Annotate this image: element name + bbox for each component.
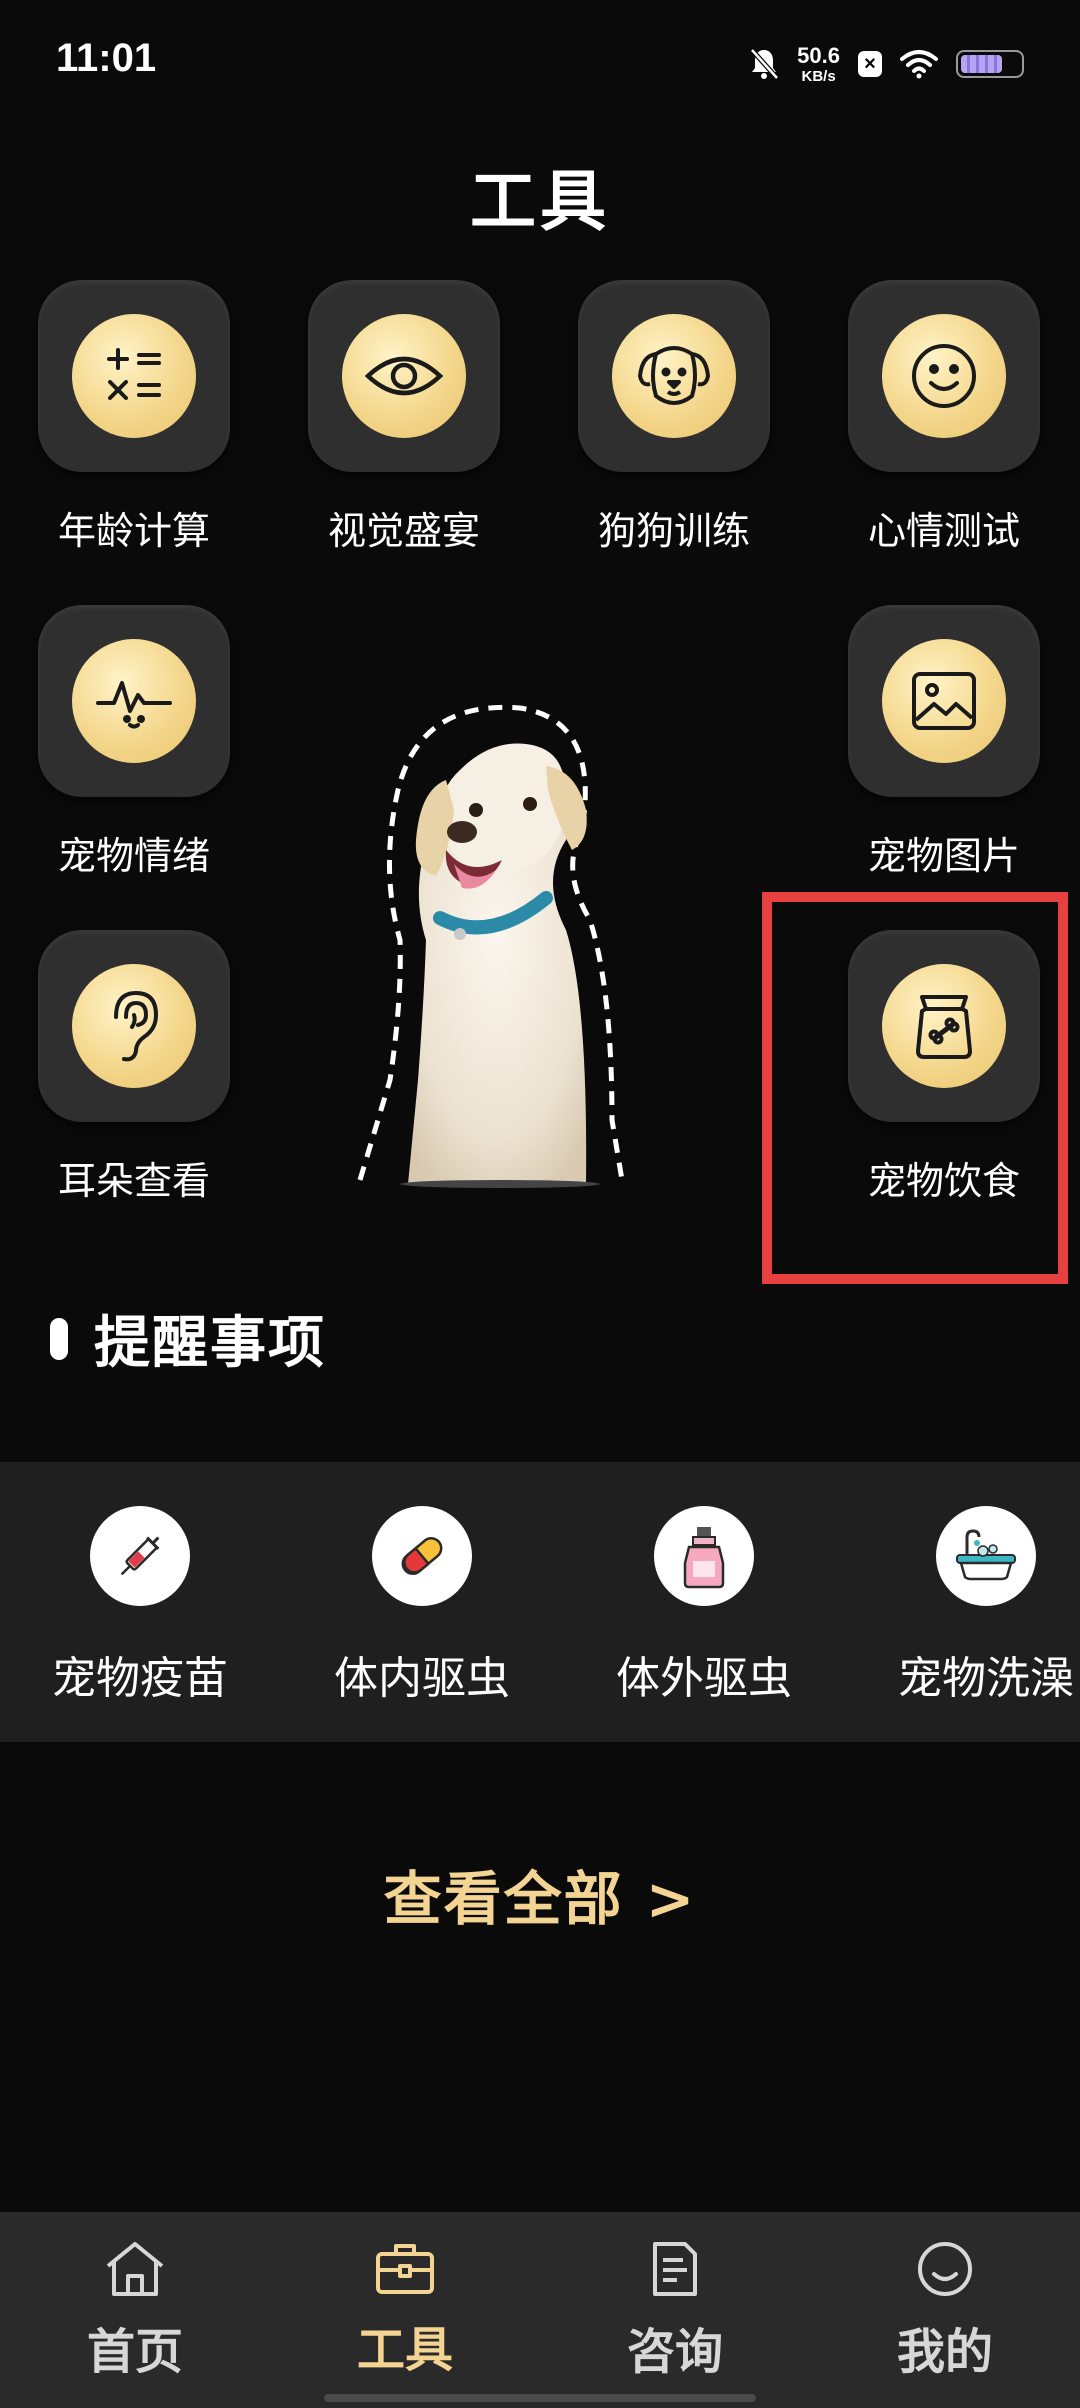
bell-off-icon [749, 47, 780, 81]
reminder-label: 体外驱虫 [616, 1653, 792, 1704]
eye-icon [342, 314, 466, 438]
tile-box [848, 605, 1040, 797]
section-title: 提醒事项 [94, 1311, 326, 1376]
nav-label: 我的 [896, 2324, 993, 2380]
bathtub-icon [936, 1506, 1036, 1606]
status-bar: 11:01 50.6 KB/s × [0, 0, 1080, 125]
tool-age-calculator[interactable]: 年龄计算 [34, 280, 234, 555]
tool-visual-feast[interactable]: 视觉盛宴 [304, 280, 504, 555]
tile-label: 年龄计算 [57, 509, 210, 553]
battery-icon [956, 50, 1024, 78]
tile-box [308, 280, 500, 472]
nav-label: 工具 [356, 2322, 453, 2378]
x-app-icon: × [858, 51, 882, 77]
reminder-label: 体内驱虫 [334, 1653, 510, 1704]
nav-label: 首页 [86, 2324, 183, 2380]
tile-label: 宠物情绪 [57, 834, 210, 878]
image-icon [882, 639, 1006, 763]
nav-tools[interactable]: 工具 [270, 2212, 540, 2408]
tile-label: 狗狗训练 [597, 509, 750, 553]
reminders-header: 提醒事项 [50, 1298, 326, 1379]
network-speed: 50.6 KB/s [797, 42, 840, 85]
reminder-label: 宠物洗澡 [898, 1653, 1074, 1704]
tool-ear-check[interactable]: 耳朵查看 [34, 930, 234, 1205]
status-time: 11:01 [56, 36, 157, 80]
reminder-pet-bath[interactable]: 宠物洗澡 [866, 1506, 1080, 1706]
home-icon [102, 2240, 168, 2302]
calculator-icon [72, 314, 196, 438]
tile-box [578, 280, 770, 472]
status-icons: 50.6 KB/s × [749, 42, 1024, 86]
highlight-box [762, 892, 1068, 1284]
reminder-strip[interactable]: 宠物疫苗 体内驱虫 体外驱虫 宠物洗澡 [0, 1462, 1080, 1742]
reminder-external-deworming[interactable]: 体外驱虫 [584, 1506, 824, 1706]
wifi-icon [900, 49, 938, 79]
tile-label: 视觉盛宴 [327, 509, 480, 553]
pill-icon [372, 1506, 472, 1606]
ear-icon [72, 964, 196, 1088]
document-icon [649, 2240, 701, 2302]
reminder-label: 宠物疫苗 [52, 1653, 228, 1704]
nav-consult[interactable]: 咨询 [540, 2212, 810, 2408]
syringe-icon [90, 1506, 190, 1606]
view-all-link[interactable]: 查看全部 > [0, 1852, 1080, 1936]
tile-label: 宠物图片 [867, 834, 1020, 878]
nav-me[interactable]: 我的 [810, 2212, 1080, 2408]
smiley-icon [882, 314, 1006, 438]
tool-mood-test[interactable]: 心情测试 [844, 280, 1044, 555]
page-title: 工具 [470, 163, 610, 240]
reminder-pet-vaccine[interactable]: 宠物疫苗 [20, 1506, 260, 1706]
reminder-internal-deworming[interactable]: 体内驱虫 [302, 1506, 542, 1706]
tile-label: 耳朵查看 [57, 1159, 210, 1203]
tool-pet-emotion[interactable]: 宠物情绪 [34, 605, 234, 880]
bottom-nav: 首页 工具 咨询 我的 [0, 2212, 1080, 2408]
profile-smile-icon [916, 2240, 974, 2302]
tool-dog-training[interactable]: 狗狗训练 [574, 280, 774, 555]
nav-home[interactable]: 首页 [0, 2212, 270, 2408]
tile-box [38, 605, 230, 797]
net-speed-unit: KB/s [801, 67, 836, 85]
tile-box [38, 280, 230, 472]
tile-label: 心情测试 [867, 509, 1020, 553]
section-accent-bar [50, 1317, 68, 1360]
net-speed-value: 50.6 [797, 42, 840, 68]
tool-pet-pictures[interactable]: 宠物图片 [844, 605, 1044, 880]
home-indicator[interactable] [324, 2394, 756, 2402]
toolbox-icon [374, 2240, 436, 2300]
emotion-wave-icon [72, 639, 196, 763]
tile-box [848, 280, 1040, 472]
dog-illustration [350, 700, 730, 1200]
tile-box [38, 930, 230, 1122]
battery-fill [961, 55, 1002, 73]
nav-label: 咨询 [626, 2324, 723, 2380]
spray-bottle-icon [654, 1506, 754, 1606]
dog-face-icon [612, 314, 736, 438]
